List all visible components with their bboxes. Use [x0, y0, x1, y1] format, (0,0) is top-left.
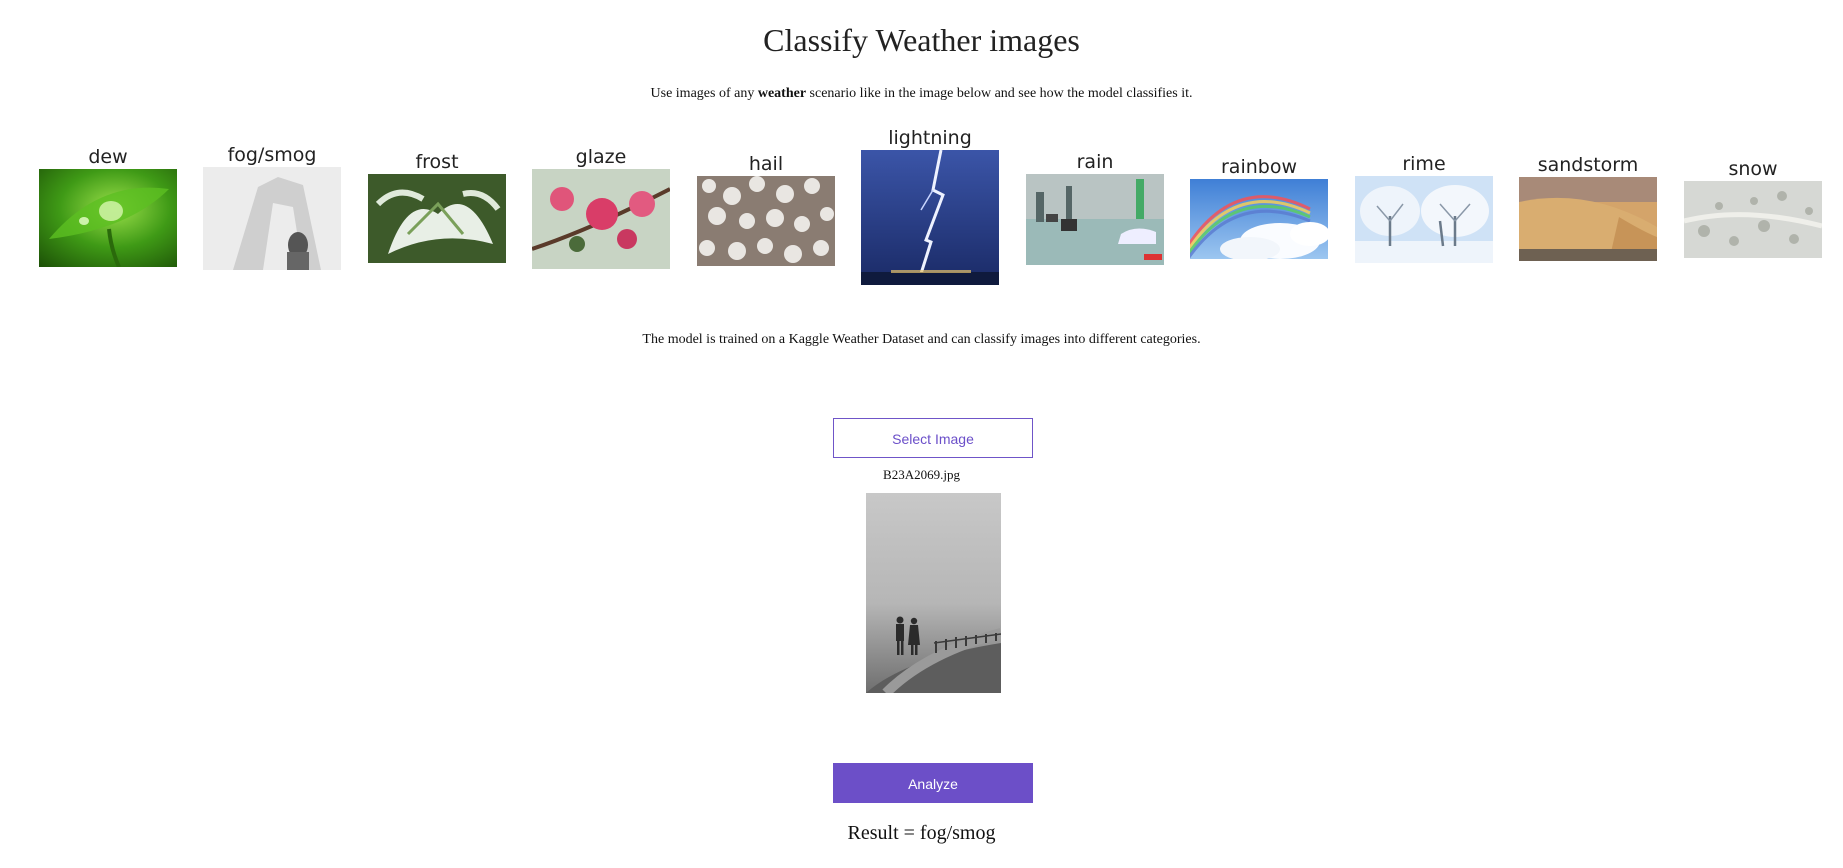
- sample-sandstorm: sandstorm: [1519, 153, 1657, 261]
- sample-label: dew: [88, 146, 128, 168]
- intro-text: Use images of any weather scenario like …: [0, 86, 1843, 102]
- sample-fog-smog: fog/smog: [203, 143, 341, 270]
- intro-bold: weather: [757, 86, 807, 101]
- sample-label: lightning: [888, 127, 972, 149]
- sample-lightning: lightning: [861, 126, 999, 285]
- page-title: Classify Weather images: [763, 22, 1080, 58]
- lightning-image: [861, 150, 999, 285]
- analyze-button[interactable]: Analyze: [833, 763, 1033, 803]
- sample-label: frost: [415, 151, 459, 173]
- sample-label: rainbow: [1221, 156, 1297, 178]
- preview-image: [866, 493, 1001, 693]
- dew-image: [39, 169, 177, 267]
- sample-hail: hail: [697, 152, 835, 266]
- intro-prefix: Use images of any: [650, 86, 755, 101]
- sample-rainbow: rainbow: [1190, 155, 1328, 259]
- selected-filename: B23A2069.jpg: [883, 467, 960, 482]
- model-description: The model is trained on a Kaggle Weather…: [642, 332, 1201, 347]
- sample-glaze: glaze: [532, 145, 670, 269]
- sample-label: snow: [1728, 158, 1778, 180]
- sample-label: hail: [748, 153, 784, 175]
- sample-snow: snow: [1684, 157, 1822, 258]
- rime-image: [1355, 176, 1493, 263]
- sample-dew: dew: [39, 145, 177, 267]
- select-image-button[interactable]: Select Image: [833, 418, 1033, 458]
- frost-image: [368, 174, 506, 263]
- fog-smog-image: [203, 167, 341, 270]
- rain-image: [1026, 174, 1164, 265]
- sample-frost: frost: [368, 150, 506, 263]
- rainbow-image: [1190, 179, 1328, 259]
- sample-label: sandstorm: [1537, 154, 1639, 176]
- sandstorm-image: [1519, 177, 1657, 261]
- glaze-image: [532, 169, 670, 269]
- sample-label: rain: [1076, 151, 1114, 173]
- sample-rain: rain: [1026, 150, 1164, 265]
- sample-label: glaze: [575, 146, 627, 168]
- sample-rime: rime: [1355, 152, 1493, 263]
- sample-label: fog/smog: [227, 144, 317, 166]
- sample-label: rime: [1402, 153, 1446, 175]
- result-text: Result = fog/smog: [847, 822, 996, 844]
- hail-image: [697, 176, 835, 266]
- snow-image: [1684, 181, 1822, 258]
- intro-suffix: scenario like in the image below and see…: [809, 86, 1193, 101]
